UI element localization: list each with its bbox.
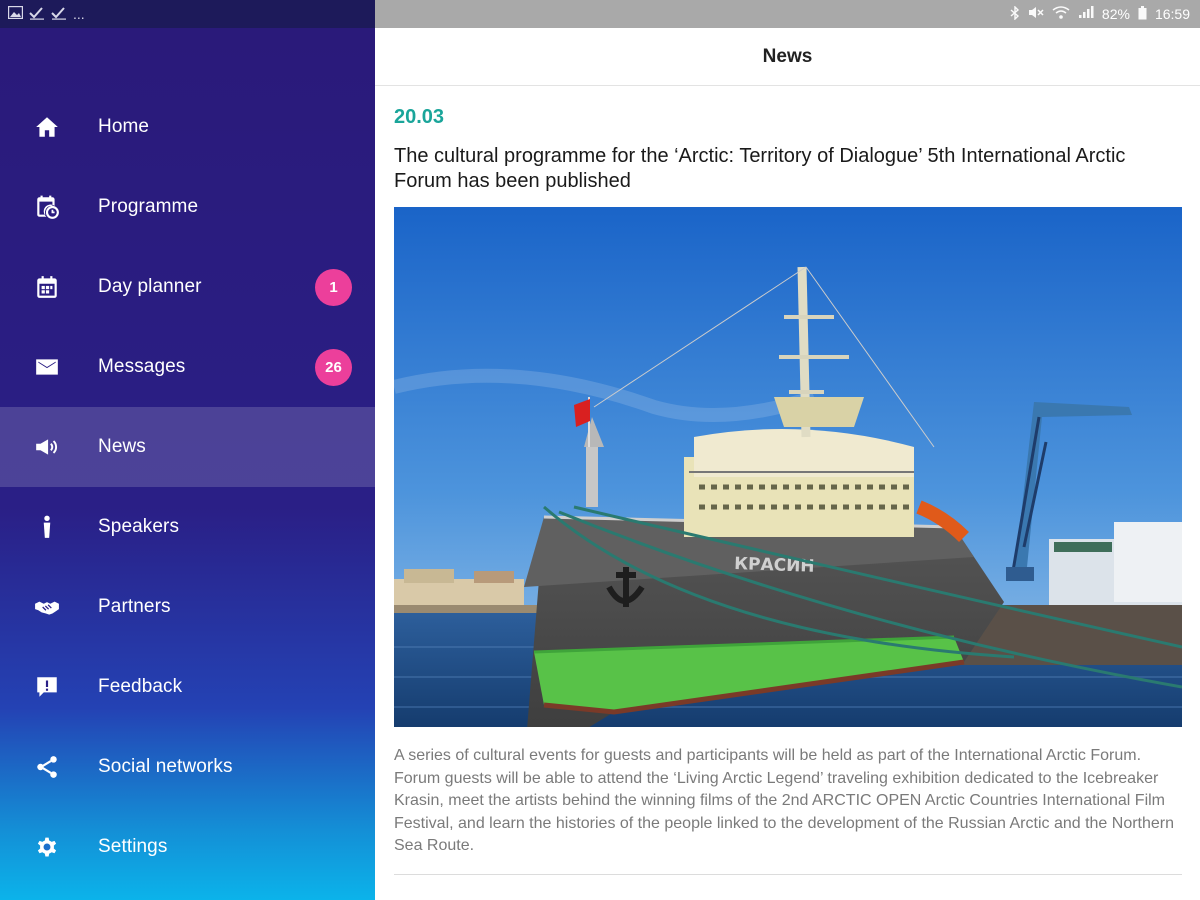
app-bar: News (375, 28, 1200, 86)
news-image[interactable]: КРАСИН (394, 207, 1182, 727)
news-screen: News 20.03 The cultural programme for th… (375, 28, 1200, 900)
sidebar-item-programme[interactable]: Programme (0, 167, 375, 247)
sidebar-item-home[interactable]: Home (0, 87, 375, 167)
status-time: 16:59 (1154, 6, 1190, 22)
battery-icon (1138, 5, 1147, 23)
programme-icon (32, 192, 62, 222)
sidebar-item-label: Home (98, 116, 150, 137)
sidebar-item-label: Speakers (98, 516, 180, 537)
envelope-icon (32, 352, 62, 382)
news-title: The cultural programme for the ‘Arctic: … (394, 145, 1126, 192)
calendar-icon (32, 272, 62, 302)
sidebar-item-news[interactable]: News (0, 407, 375, 487)
check-icon (51, 6, 67, 23)
sidebar-item-label: Feedback (98, 676, 183, 697)
sidebar-item-messages[interactable]: Messages 26 (0, 327, 375, 407)
sidebar-item-label: Social networks (98, 756, 233, 777)
microphone-icon (32, 512, 62, 542)
sidebar-item-label: Messages (98, 356, 186, 377)
more-notifications: ... (73, 6, 85, 22)
handshake-icon (32, 592, 62, 622)
day-planner-badge: 1 (315, 268, 352, 306)
messages-badge: 26 (315, 348, 352, 386)
check-icon (29, 6, 45, 23)
news-card[interactable]: 20.03 The cultural programme for the ‘Ar… (394, 106, 1182, 875)
divider (394, 873, 1182, 875)
sidebar-item-feedback[interactable]: Feedback (0, 647, 375, 727)
status-bar-left: ... (0, 0, 375, 28)
image-icon (7, 5, 24, 22)
mute-icon (1028, 6, 1044, 22)
megaphone-icon (32, 432, 62, 462)
share-icon (32, 752, 62, 782)
sidebar-item-settings[interactable]: Settings (0, 807, 375, 887)
battery-percent: 82% (1101, 6, 1130, 22)
news-date: 20.03 (394, 106, 445, 128)
wifi-icon (1052, 6, 1070, 22)
sidebar-item-social-networks[interactable]: Social networks (0, 727, 375, 807)
sidebar-item-day-planner[interactable]: Day planner 1 (0, 247, 375, 327)
sidebar-item-label: Programme (98, 196, 199, 217)
signal-icon (1078, 6, 1094, 22)
bluetooth-icon (1010, 4, 1020, 23)
news-description: A series of cultural events for guests a… (394, 747, 1175, 854)
navigation-drawer: Home Programme Day planner 1 Messages 26… (0, 28, 375, 900)
page-title: News (762, 45, 813, 67)
feedback-icon (32, 672, 62, 702)
sidebar-item-partners[interactable]: Partners (0, 567, 375, 647)
home-icon (32, 112, 62, 142)
gear-icon (32, 832, 62, 862)
ship-name-text: КРАСИН (734, 554, 815, 577)
status-bar-right: 82% 16:59 (375, 0, 1200, 28)
sidebar-item-label: News (98, 436, 146, 457)
sidebar-item-label: Settings (98, 836, 168, 857)
sidebar-item-label: Partners (98, 596, 171, 617)
sidebar-item-label: Day planner (98, 276, 202, 297)
sidebar-item-speakers[interactable]: Speakers (0, 487, 375, 567)
